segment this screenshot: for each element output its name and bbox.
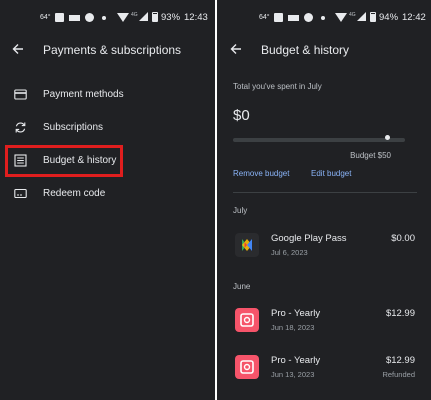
- transaction-date: Jun 13, 2023: [271, 370, 315, 379]
- status-bar: 64° 4G 93% 12:43: [0, 0, 215, 38]
- battery-icon: [370, 12, 376, 22]
- transaction-date: Jul 6, 2023: [271, 248, 308, 257]
- google-play-pass-icon: [235, 233, 259, 257]
- clock: 12:43: [184, 12, 208, 23]
- budget-progress-bar: [233, 138, 405, 142]
- pro-app-icon: [235, 355, 259, 379]
- notification-icon: [69, 15, 80, 21]
- wifi-icon: [117, 13, 129, 22]
- wifi-icon: [335, 13, 347, 22]
- dot-icon: [102, 16, 106, 20]
- transaction-row[interactable]: Pro - Yearly Jun 18, 2023 $12.99: [217, 300, 431, 340]
- divider: [233, 192, 417, 193]
- transaction-amount: $0.00: [391, 233, 415, 244]
- temperature: 64°: [40, 14, 51, 21]
- dot-icon: [321, 16, 325, 20]
- battery-icon: [152, 12, 158, 22]
- transaction-amount: $12.99: [385, 355, 415, 366]
- page-title: Payments & subscriptions: [43, 43, 182, 57]
- menu-label: Subscriptions: [43, 122, 104, 133]
- gift-card-icon: [14, 188, 27, 199]
- app-bar: Budget & history: [217, 38, 431, 62]
- notification-icon: [288, 15, 299, 21]
- transaction-name: Google Play Pass: [271, 233, 347, 244]
- signal-icon: [139, 12, 148, 21]
- network-type: 4G: [349, 12, 356, 18]
- clock: 12:42: [402, 12, 426, 23]
- app-bar: Payments & subscriptions: [0, 38, 215, 62]
- transaction-row[interactable]: Google Play Pass Jul 6, 2023 $0.00: [217, 225, 431, 265]
- left-screen: 64° 4G 93% 12:43 Payments & subscription…: [0, 0, 215, 400]
- transaction-row[interactable]: Pro - Yearly Jun 13, 2023 $12.99 Refunde…: [217, 347, 431, 387]
- section-header-july: July: [233, 206, 248, 215]
- spent-label: Total you've spent in July: [233, 82, 322, 91]
- transaction-amount: $12.99: [385, 308, 415, 319]
- notification-icon: [55, 13, 64, 22]
- temperature: 64°: [259, 14, 270, 21]
- pro-app-icon: [235, 308, 259, 332]
- back-arrow-icon[interactable]: [11, 42, 25, 56]
- notification-icon: [274, 13, 283, 22]
- back-arrow-icon[interactable]: [229, 42, 243, 56]
- highlight-box: [5, 145, 123, 177]
- spent-amount: $0: [233, 107, 250, 124]
- transaction-status: Refunded: [382, 370, 415, 379]
- battery-percent: 94%: [379, 12, 399, 23]
- signal-icon: [357, 12, 366, 21]
- credit-card-icon: [14, 89, 27, 100]
- network-type: 4G: [131, 12, 138, 18]
- transaction-name: Pro - Yearly: [271, 355, 321, 366]
- menu-label: Redeem code: [43, 188, 106, 199]
- edit-budget-button[interactable]: Edit budget: [311, 169, 351, 178]
- section-header-june: June: [233, 282, 251, 291]
- spotify-icon: [85, 13, 94, 22]
- status-bar: 64° 4G 94% 12:42: [217, 0, 431, 38]
- menu-item-subscriptions[interactable]: Subscriptions: [0, 115, 215, 141]
- battery-percent: 93%: [161, 12, 181, 23]
- sync-icon: [15, 122, 26, 133]
- menu-item-payment-methods[interactable]: Payment methods: [0, 82, 215, 108]
- menu-item-redeem-code[interactable]: Redeem code: [0, 181, 215, 207]
- transaction-name: Pro - Yearly: [271, 308, 321, 319]
- page-title: Budget & history: [261, 43, 350, 57]
- menu-label: Payment methods: [43, 89, 124, 100]
- remove-budget-button[interactable]: Remove budget: [233, 169, 289, 178]
- spotify-icon: [304, 13, 313, 22]
- budget-marker: [385, 135, 390, 140]
- budget-limit: Budget $50: [350, 151, 391, 160]
- right-screen: 64° 4G 94% 12:42 Budget & history Total …: [217, 0, 431, 400]
- transaction-date: Jun 18, 2023: [271, 323, 315, 332]
